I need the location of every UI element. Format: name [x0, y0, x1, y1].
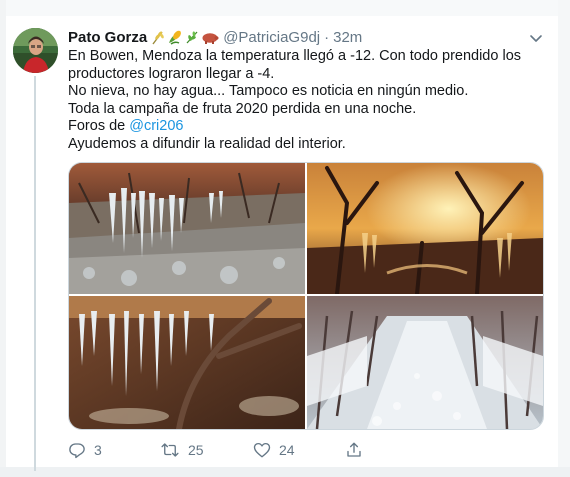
- heart-icon: [253, 442, 271, 458]
- text-line: Ayudemos a difundir la realidad del inte…: [68, 135, 346, 152]
- media-grid: [68, 162, 544, 430]
- text-line-mention: Foros de @cri206: [68, 118, 538, 136]
- text-line: En Bowen, Mendoza la temperatura llegó a…: [68, 48, 522, 64]
- herb-icon: [186, 31, 198, 44]
- thread-line: [34, 76, 36, 471]
- avatar[interactable]: [13, 28, 58, 73]
- retweet-icon: [161, 443, 179, 457]
- retweet-button[interactable]: 25: [160, 441, 204, 459]
- background-right: [558, 0, 570, 477]
- reply-button[interactable]: 3: [68, 441, 102, 459]
- share-icon: [347, 442, 361, 457]
- chevron-down-icon[interactable]: [528, 30, 544, 46]
- name-emojis: [150, 29, 219, 45]
- retweet-count: 25: [188, 442, 204, 458]
- reply-count: 3: [94, 442, 102, 458]
- wheat-icon: [152, 31, 164, 45]
- pig-icon: [202, 33, 219, 44]
- text-line: No nieva, no hay agua... Tampoco es noti…: [68, 83, 469, 100]
- frost-covered-orchard-row-photo[interactable]: [307, 296, 543, 429]
- text-line: Toda la campaña de fruta 2020 perdida en…: [68, 100, 417, 117]
- tweet-text: En Bowen, Mendoza la temperatura llegó a…: [68, 48, 538, 154]
- timestamp[interactable]: 32m: [333, 29, 362, 46]
- share-button[interactable]: [345, 441, 363, 459]
- tweet-actions: 3 25 24: [68, 441, 508, 463]
- tweet-header: Pato Gorza @PatriciaG9dj · 32m: [68, 27, 362, 47]
- mention-link[interactable]: @cri206: [129, 118, 183, 134]
- reply-icon: [69, 443, 85, 459]
- background-bottom: [0, 467, 570, 477]
- like-count: 24: [279, 442, 295, 458]
- background-top: [0, 0, 570, 16]
- author-name[interactable]: Pato Gorza: [68, 29, 147, 46]
- author-handle[interactable]: @PatriciaG9dj: [223, 29, 320, 46]
- text-line: productores lograron llegar a -4.: [68, 65, 275, 82]
- corn-icon: [169, 30, 182, 45]
- like-button[interactable]: 24: [253, 441, 295, 459]
- frozen-vineyard-icicles-photo[interactable]: [69, 163, 305, 294]
- separator-dot: ·: [324, 28, 330, 46]
- icicles-on-branches-photo[interactable]: [69, 296, 305, 429]
- sunrise-frosted-trees-photo[interactable]: [307, 163, 543, 294]
- text-prefix: Foros de: [68, 118, 130, 135]
